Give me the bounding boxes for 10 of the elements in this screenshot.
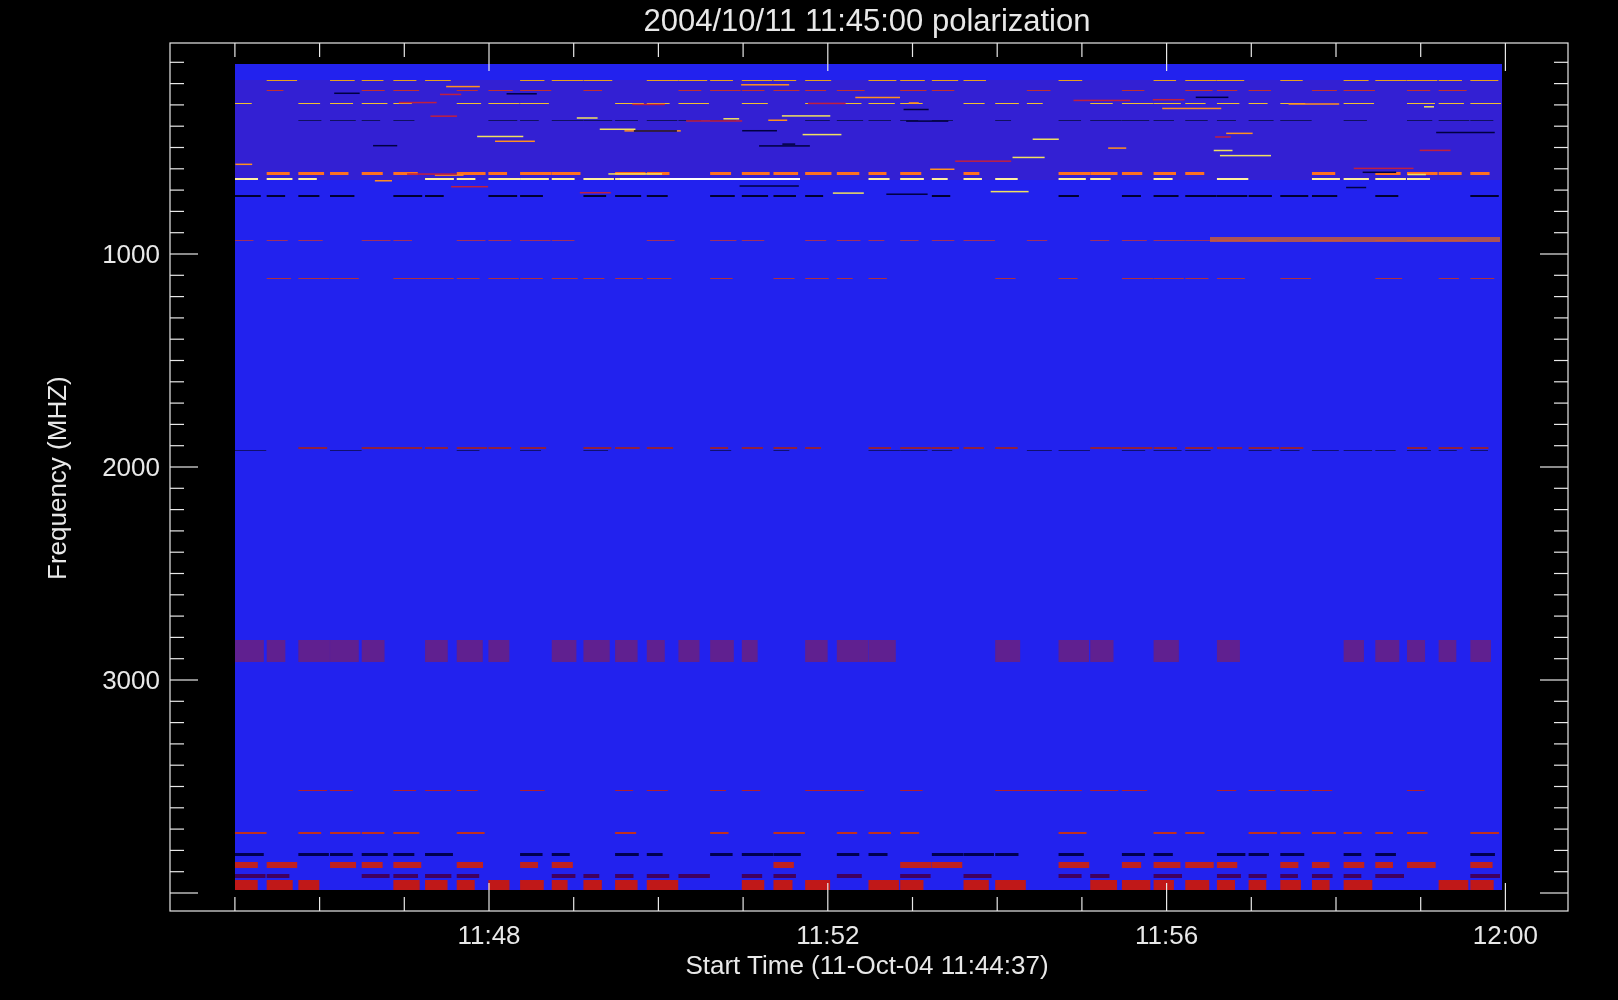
tick-label: 2000 xyxy=(101,452,160,482)
tick-label: 12:00 xyxy=(1471,920,1539,950)
tick-label: 11:56 xyxy=(1134,920,1200,950)
chart-title: 2004/10/11 11:45:00 polarization xyxy=(642,2,1092,40)
axis-title: Start Time (11-Oct-04 11:44:37) xyxy=(684,950,1050,980)
tick-label: 11:52 xyxy=(795,920,861,950)
tick-label: 1000 xyxy=(101,239,160,269)
tick-label: 3000 xyxy=(101,665,160,695)
axis-title: Frequency (MHZ) xyxy=(42,380,72,580)
tick-label: 11:48 xyxy=(456,920,522,950)
